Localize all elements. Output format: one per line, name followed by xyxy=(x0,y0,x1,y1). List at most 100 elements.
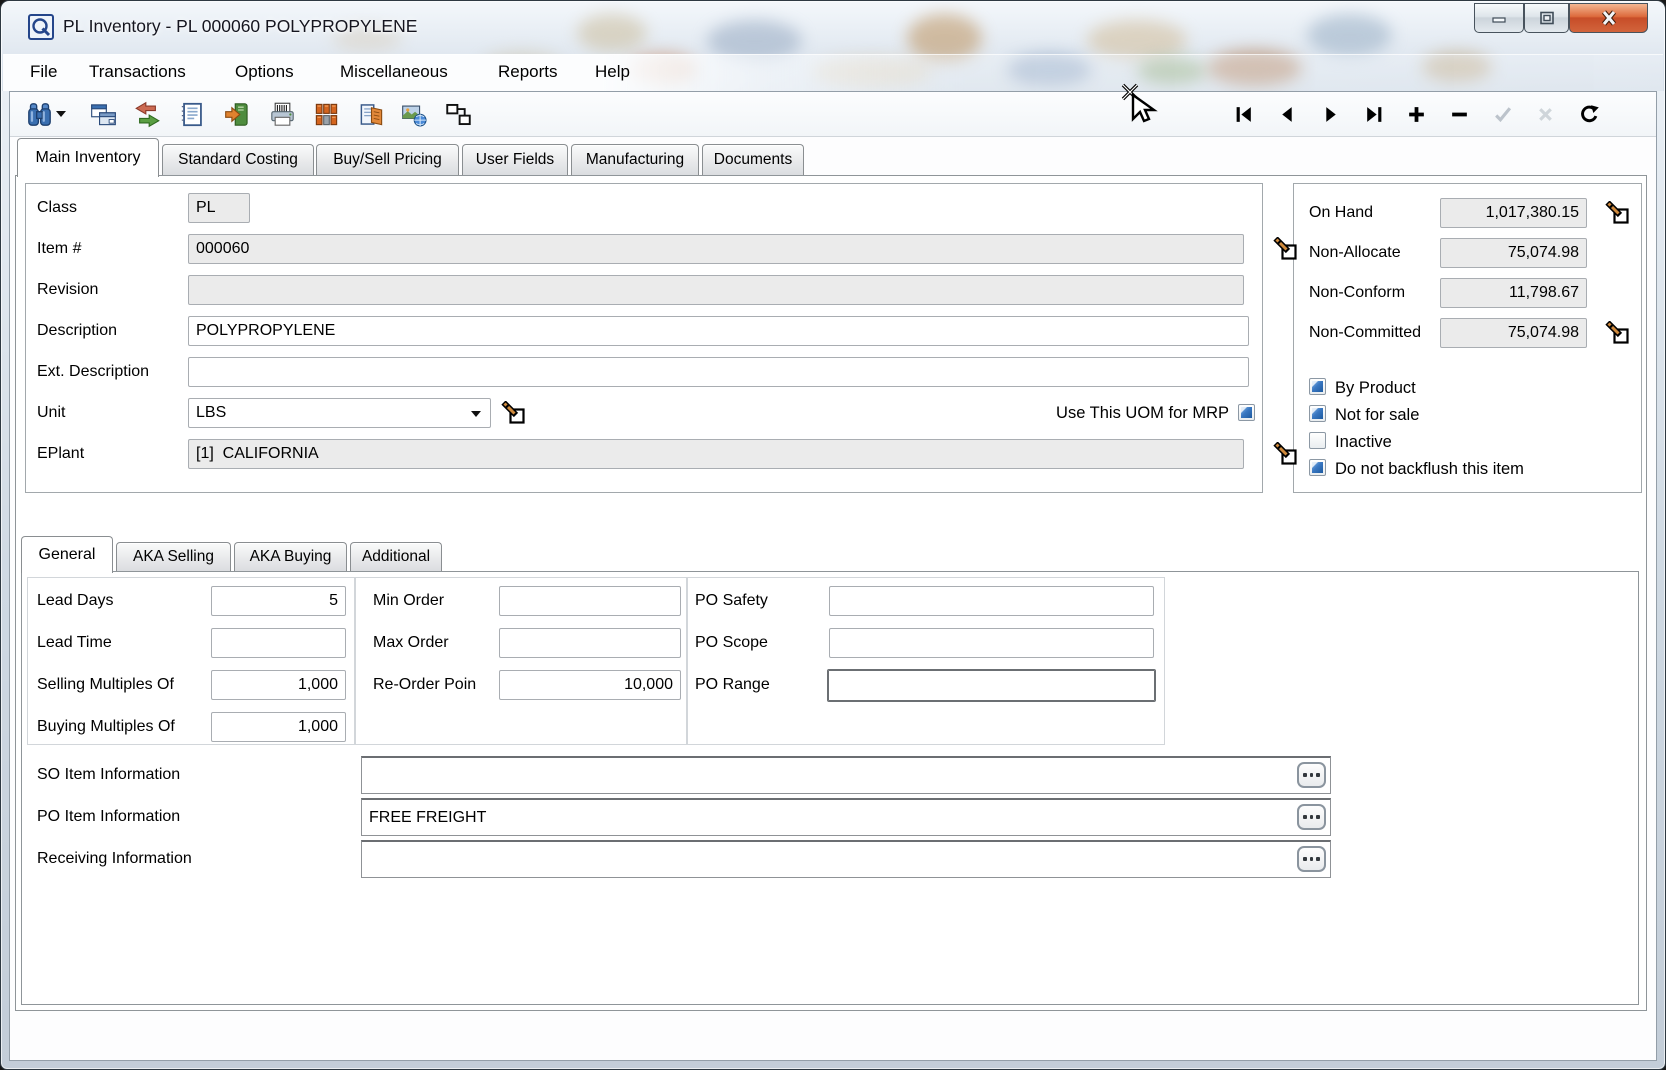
unit-combo[interactable]: LBS xyxy=(188,398,491,428)
edit-eplant-icon[interactable] xyxy=(1273,442,1298,467)
so-item-info-field[interactable] xyxy=(361,756,1331,794)
min-order-field[interactable] xyxy=(499,586,681,616)
menu-file[interactable]: File xyxy=(26,53,61,91)
nav-first-button[interactable] xyxy=(1229,100,1259,128)
tab-general[interactable]: General xyxy=(21,536,113,573)
nav-next-button[interactable] xyxy=(1315,100,1345,128)
nav-delete-button[interactable] xyxy=(1444,100,1474,128)
goto-button[interactable] xyxy=(221,98,253,130)
no-backflush-checkbox[interactable] xyxy=(1309,459,1326,476)
inactive-checkbox[interactable] xyxy=(1309,432,1326,449)
ellipsis-icon xyxy=(1303,773,1307,777)
print-labels-button[interactable] xyxy=(266,98,298,130)
lead-time-field[interactable] xyxy=(211,628,346,658)
tab-user-fields[interactable]: User Fields xyxy=(462,144,568,175)
class-field[interactable]: PL xyxy=(188,193,250,223)
revision-field[interactable] xyxy=(188,275,1244,305)
po-safety-field[interactable] xyxy=(829,586,1154,616)
nav-prior-button[interactable] xyxy=(1272,100,1302,128)
maximize-button[interactable] xyxy=(1524,3,1569,33)
unit-label: Unit xyxy=(37,398,65,428)
edit-unit-icon[interactable] xyxy=(501,401,526,426)
edit-item-icon[interactable] xyxy=(1273,237,1298,262)
forms-button[interactable] xyxy=(87,98,119,130)
find-button[interactable] xyxy=(23,98,55,130)
non-allocate-label: Non-Allocate xyxy=(1309,238,1401,268)
combo-dropdown-icon[interactable] xyxy=(471,411,481,422)
nav-post-button[interactable] xyxy=(1487,100,1517,128)
transfer-button[interactable] xyxy=(131,98,163,130)
item-number-field[interactable]: 000060 xyxy=(188,234,1244,264)
ext-description-field[interactable] xyxy=(188,357,1249,387)
class-label: Class xyxy=(37,193,77,223)
selling-multiples-label: Selling Multiples Of xyxy=(37,670,174,700)
eplant-field[interactable]: [1] CALIFORNIA xyxy=(188,439,1244,469)
tab-buy-sell-pricing[interactable]: Buy/Sell Pricing xyxy=(316,144,459,175)
po-scope-field[interactable] xyxy=(829,628,1154,658)
edit-on-hand-icon[interactable] xyxy=(1605,201,1630,226)
selling-multiples-field[interactable]: 1,000 xyxy=(211,670,346,700)
on-hand-label: On Hand xyxy=(1309,198,1373,228)
tab-manufacturing[interactable]: Manufacturing xyxy=(571,144,699,175)
prior-record-icon xyxy=(1277,104,1298,125)
structure-button[interactable] xyxy=(442,98,474,130)
nav-cancel-button[interactable] xyxy=(1530,100,1560,128)
lead-time-label: Lead Time xyxy=(37,628,112,658)
menu-reports[interactable]: Reports xyxy=(494,53,562,91)
non-conform-label: Non-Conform xyxy=(1309,278,1405,308)
receiving-info-field[interactable] xyxy=(361,840,1331,878)
uom-mrp-checkbox[interactable] xyxy=(1238,404,1255,421)
delete-record-icon xyxy=(1449,104,1470,125)
menu-help[interactable]: Help xyxy=(591,53,634,91)
report-button[interactable] xyxy=(176,98,208,130)
non-conform-field: 11,798.67 xyxy=(1440,278,1587,308)
inactive-label: Inactive xyxy=(1335,433,1392,451)
edit-non-committed-icon[interactable] xyxy=(1605,321,1630,346)
tab-additional[interactable]: Additional xyxy=(350,542,442,571)
not-for-sale-checkbox[interactable] xyxy=(1309,405,1326,422)
non-committed-field: 75,074.98 xyxy=(1440,318,1587,348)
max-order-field[interactable] xyxy=(499,628,681,658)
nav-refresh-button[interactable] xyxy=(1573,100,1603,128)
maximize-icon xyxy=(1539,11,1555,25)
matrix-button[interactable] xyxy=(310,98,342,130)
tab-standard-costing[interactable]: Standard Costing xyxy=(162,144,314,175)
po-item-info-ellipsis-button[interactable] xyxy=(1297,804,1326,830)
buying-multiples-field[interactable]: 1,000 xyxy=(211,712,346,742)
minimize-icon xyxy=(1491,12,1507,24)
menu-transactions[interactable]: Transactions xyxy=(85,53,190,91)
nav-last-button[interactable] xyxy=(1358,100,1388,128)
revision-label: Revision xyxy=(37,275,98,305)
lead-days-field[interactable]: 5 xyxy=(211,586,346,616)
find-dropdown-button[interactable] xyxy=(53,98,69,130)
menu-miscellaneous[interactable]: Miscellaneous xyxy=(336,53,452,91)
grid-cells-icon xyxy=(313,101,340,128)
tab-documents[interactable]: Documents xyxy=(702,144,804,175)
document-icon xyxy=(179,101,206,128)
tab-aka-buying[interactable]: AKA Buying xyxy=(234,542,347,571)
po-range-field[interactable] xyxy=(827,669,1156,702)
nav-insert-button[interactable] xyxy=(1401,100,1431,128)
menu-options[interactable]: Options xyxy=(231,53,298,91)
chevron-down-icon xyxy=(56,111,66,117)
receiving-info-ellipsis-button[interactable] xyxy=(1297,846,1326,872)
po-safety-label: PO Safety xyxy=(695,586,768,616)
minimize-button[interactable] xyxy=(1474,3,1524,33)
tab-main-inventory[interactable]: Main Inventory xyxy=(17,138,159,177)
by-product-checkbox[interactable] xyxy=(1309,378,1326,395)
close-icon xyxy=(1600,10,1618,26)
reorder-point-field[interactable]: 10,000 xyxy=(499,670,681,700)
so-item-info-ellipsis-button[interactable] xyxy=(1297,762,1326,788)
image-web-button[interactable] xyxy=(398,98,430,130)
window-title: PL Inventory - PL 000060 POLYPROPYLENE xyxy=(63,16,417,37)
item-number-label: Item # xyxy=(37,234,81,264)
close-button[interactable] xyxy=(1569,3,1648,33)
tab-aka-selling[interactable]: AKA Selling xyxy=(116,542,231,571)
eplant-label: EPlant xyxy=(37,439,84,469)
description-field[interactable]: POLYPROPYLENE xyxy=(188,316,1249,346)
po-item-info-field[interactable]: FREE FREIGHT xyxy=(361,798,1331,836)
description-label: Description xyxy=(37,316,117,346)
app-icon xyxy=(28,14,54,40)
max-order-label: Max Order xyxy=(373,628,449,658)
audit-button[interactable] xyxy=(355,98,387,130)
